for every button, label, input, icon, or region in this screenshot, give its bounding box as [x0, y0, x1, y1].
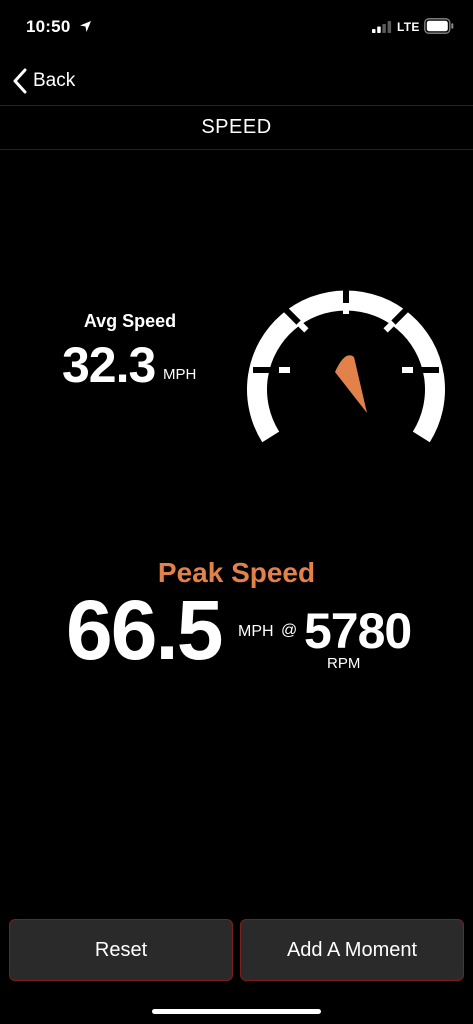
signal-icon	[372, 21, 392, 33]
chevron-left-icon	[13, 68, 27, 94]
peak-speed-value: 66.5	[66, 583, 223, 677]
peak-speed-unit: MPH	[238, 623, 274, 640]
avg-speed-value: 32.3	[62, 337, 156, 393]
gauge-needle	[335, 355, 367, 413]
title-bar: SPEED	[0, 105, 473, 150]
reset-button[interactable]: Reset	[9, 919, 233, 981]
location-arrow-icon	[80, 21, 91, 32]
avg-speed-label: Avg Speed	[83, 311, 177, 331]
battery-icon	[424, 18, 454, 34]
speedometer-icon	[247, 277, 445, 443]
status-time: 10:50	[26, 17, 71, 36]
home-indicator[interactable]	[152, 1009, 321, 1014]
peak-rpm-unit: RPM	[327, 655, 361, 672]
add-moment-button[interactable]: Add A Moment	[240, 919, 464, 981]
network-label: LTE	[397, 20, 420, 34]
peak-at-symbol: @	[281, 622, 298, 639]
back-button[interactable]: Back	[12, 64, 75, 98]
back-label: Back	[33, 70, 76, 91]
peak-rpm-value: 5780	[304, 603, 412, 659]
avg-speed-unit: MPH	[163, 366, 197, 383]
status-bar: 10:50 LTE	[0, 0, 473, 56]
page-title: SPEED	[201, 116, 272, 138]
